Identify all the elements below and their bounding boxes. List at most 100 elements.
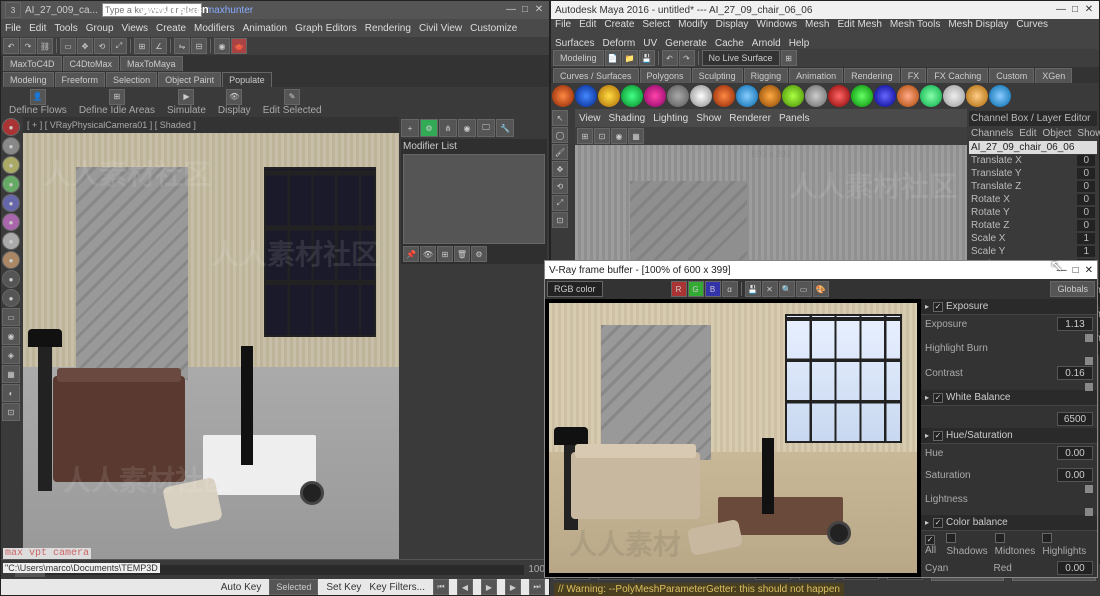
hue-value[interactable]: 0.00 bbox=[1057, 446, 1093, 460]
shelf-icon[interactable] bbox=[989, 85, 1011, 107]
menu-item[interactable]: Edit Mesh bbox=[837, 19, 881, 30]
menu-item[interactable]: Windows bbox=[756, 19, 797, 30]
shelf-icon[interactable] bbox=[920, 85, 942, 107]
save-icon[interactable]: 💾 bbox=[639, 50, 655, 66]
shelf-tab[interactable]: Custom bbox=[989, 68, 1034, 84]
tool-icon[interactable]: ● bbox=[2, 194, 20, 212]
snap-icon[interactable]: ⊞ bbox=[781, 50, 797, 66]
play-prev-icon[interactable]: ◀ bbox=[457, 579, 473, 595]
tool-icon[interactable]: ◉ bbox=[2, 327, 20, 345]
shelf-icon[interactable] bbox=[943, 85, 965, 107]
section-hs[interactable]: Hue/Saturation bbox=[921, 428, 1097, 444]
tool-icon[interactable]: ● bbox=[2, 137, 20, 155]
vp-menu-item[interactable]: Lighting bbox=[653, 113, 688, 124]
shelf-icon[interactable] bbox=[644, 85, 666, 107]
ribbon-item[interactable]: ✎Edit Selected bbox=[259, 89, 326, 116]
vfb-clear-icon[interactable]: ✕ bbox=[762, 281, 778, 297]
ribbon-item[interactable]: ⊞Define Idle Areas bbox=[75, 89, 159, 116]
attr-row[interactable]: Rotate Z0 bbox=[969, 219, 1097, 232]
vp-menu-item[interactable]: Shading bbox=[609, 113, 646, 124]
scale-tool-icon[interactable]: ⤢ bbox=[552, 195, 568, 211]
ribbon-tab[interactable]: Freeform bbox=[55, 72, 106, 88]
menu-item[interactable]: Customize bbox=[470, 23, 517, 34]
shelf-icon[interactable] bbox=[851, 85, 873, 107]
shelf-icon[interactable] bbox=[621, 85, 643, 107]
ribbon-item[interactable]: 👁Display bbox=[214, 89, 255, 116]
menu-item[interactable]: Modifiers bbox=[194, 23, 235, 34]
shelf-icon[interactable] bbox=[759, 85, 781, 107]
tool-icon[interactable]: ● bbox=[2, 213, 20, 231]
wb-value[interactable]: 6500 bbox=[1057, 412, 1093, 426]
menu-item[interactable]: File bbox=[555, 19, 571, 30]
create-tab-icon[interactable]: + bbox=[401, 119, 419, 137]
attr-row[interactable]: Rotate Y0 bbox=[969, 206, 1097, 219]
ribbon-tab[interactable]: Object Paint bbox=[158, 72, 221, 88]
close-icon[interactable]: ✕ bbox=[533, 4, 545, 16]
channel-menu-item[interactable]: Show bbox=[1077, 128, 1100, 139]
vfb-icon[interactable]: B bbox=[705, 281, 721, 297]
menu-item[interactable]: Curves bbox=[1016, 19, 1048, 30]
close-icon[interactable]: ✕ bbox=[1085, 265, 1093, 276]
ribbon-tab[interactable]: Modeling bbox=[3, 72, 54, 88]
menu-item[interactable]: Animation bbox=[243, 23, 287, 34]
shelf-icon[interactable] bbox=[713, 85, 735, 107]
menu-item[interactable]: Create bbox=[604, 19, 634, 30]
redo-icon[interactable]: ↷ bbox=[20, 38, 36, 54]
globals-dropdown[interactable]: Globals bbox=[1050, 281, 1095, 297]
play-icon[interactable]: ▶ bbox=[481, 579, 497, 595]
shelf-icon[interactable] bbox=[966, 85, 988, 107]
shelf-icon[interactable] bbox=[897, 85, 919, 107]
last-tool-icon[interactable]: ⊡ bbox=[552, 212, 568, 228]
exposure-value[interactable]: 1.13 bbox=[1057, 317, 1093, 331]
tool-icon[interactable]: ◈ bbox=[2, 346, 20, 364]
menu-item[interactable]: Generate bbox=[665, 38, 707, 49]
shelf-tab[interactable]: XGen bbox=[1035, 68, 1072, 84]
vp-icon[interactable]: ⊡ bbox=[594, 128, 610, 144]
menu-item[interactable]: Deform bbox=[602, 38, 635, 49]
modifier-stack[interactable] bbox=[403, 154, 545, 244]
shelf-icon[interactable] bbox=[782, 85, 804, 107]
channel-menu-item[interactable]: Object bbox=[1043, 128, 1072, 139]
shelf-tab[interactable]: FX Caching bbox=[927, 68, 988, 84]
vfb-zoom-icon[interactable]: 🔍 bbox=[779, 281, 795, 297]
unique-icon[interactable]: ⊞ bbox=[437, 246, 453, 262]
attr-row[interactable]: Translate Z0 bbox=[969, 180, 1097, 193]
tab-maxtoc4d[interactable]: MaxToC4D bbox=[3, 56, 62, 72]
link-icon[interactable]: ⛓ bbox=[37, 38, 53, 54]
lasso-icon[interactable]: ◯ bbox=[552, 127, 568, 143]
move-tool-icon[interactable]: ✥ bbox=[552, 161, 568, 177]
section-wb[interactable]: White Balance bbox=[921, 390, 1097, 406]
menu-item[interactable]: Mesh Display bbox=[948, 19, 1008, 30]
tool-icon[interactable]: ● bbox=[2, 251, 20, 269]
undo-icon[interactable]: ↶ bbox=[3, 38, 19, 54]
display-tab-icon[interactable]: 🖵 bbox=[477, 119, 495, 137]
vfb-region-icon[interactable]: ▭ bbox=[796, 281, 812, 297]
menu-item[interactable]: Tools bbox=[54, 23, 77, 34]
shelf-tab[interactable]: Rigging bbox=[744, 68, 789, 84]
rotate-tool-icon[interactable]: ⟲ bbox=[552, 178, 568, 194]
rotate-icon[interactable]: ⟲ bbox=[94, 38, 110, 54]
vfb-save-icon[interactable]: 💾 bbox=[745, 281, 761, 297]
utilities-tab-icon[interactable]: 🔧 bbox=[496, 119, 514, 137]
render-icon[interactable]: 🫖 bbox=[231, 38, 247, 54]
shelf-tab[interactable]: Polygons bbox=[640, 68, 691, 84]
min-icon[interactable]: — bbox=[1055, 4, 1067, 16]
section-exposure[interactable]: Exposure bbox=[921, 299, 1097, 315]
modify-tab-icon[interactable]: ⚙ bbox=[420, 119, 438, 137]
ribbon-tab[interactable]: Selection bbox=[106, 72, 157, 88]
vp-icon[interactable]: ⊞ bbox=[577, 128, 593, 144]
shelf-tab[interactable]: Sculpting bbox=[692, 68, 743, 84]
menu-item[interactable]: Help bbox=[789, 38, 810, 49]
tool-icon[interactable]: ● bbox=[2, 270, 20, 288]
menu-item[interactable]: Mesh Tools bbox=[890, 19, 940, 30]
menu-item[interactable]: Group bbox=[86, 23, 114, 34]
tool-icon[interactable]: ◐ bbox=[2, 384, 20, 402]
viewport-label[interactable]: [ + ] [ VRayPhysicalCamera01 ] [ Shaded … bbox=[23, 117, 399, 133]
play-end-icon[interactable]: ⏭ bbox=[529, 579, 545, 595]
show-icon[interactable]: 👁 bbox=[420, 246, 436, 262]
vray-render-view[interactable]: 人人素材 bbox=[545, 299, 921, 577]
paint-select-icon[interactable]: 🖌 bbox=[552, 144, 568, 160]
vfb-icon[interactable]: G bbox=[688, 281, 704, 297]
object-name[interactable]: AI_27_09_chair_06_06 bbox=[969, 141, 1097, 154]
tab-c4dtomax[interactable]: C4DtoMax bbox=[63, 56, 120, 72]
